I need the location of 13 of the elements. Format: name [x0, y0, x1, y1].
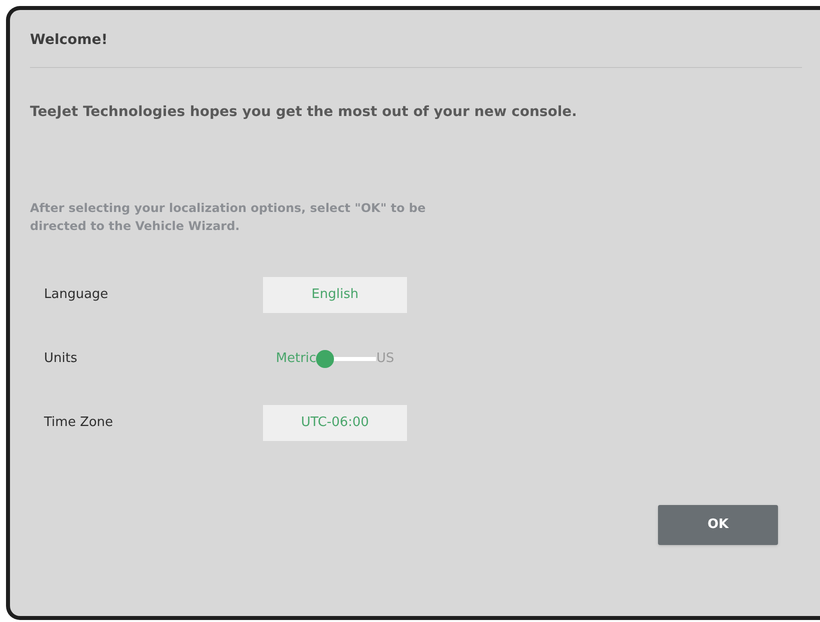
setting-select[interactable]: UTC-06:00 [263, 405, 407, 441]
dialog-title: Welcome! [30, 31, 109, 50]
setting-select[interactable]: English [263, 277, 407, 313]
toggle-option[interactable]: Metric [276, 349, 316, 369]
setting-label: Time Zone [44, 414, 114, 432]
toggle-thumb[interactable] [316, 350, 334, 368]
toggle-option[interactable]: US [376, 349, 394, 369]
toggle-track[interactable] [316, 349, 376, 369]
setting-label: Language [44, 286, 110, 304]
instructions-text: After selecting your localization options, select "OK" to be directed to the Vehicle Wizard. [30, 200, 427, 235]
welcome-message: TeeJet Technologies hopes you get the most out of your new console. [30, 103, 578, 122]
ok-button[interactable]: OK [658, 505, 778, 545]
setting-label: Units [44, 350, 78, 368]
